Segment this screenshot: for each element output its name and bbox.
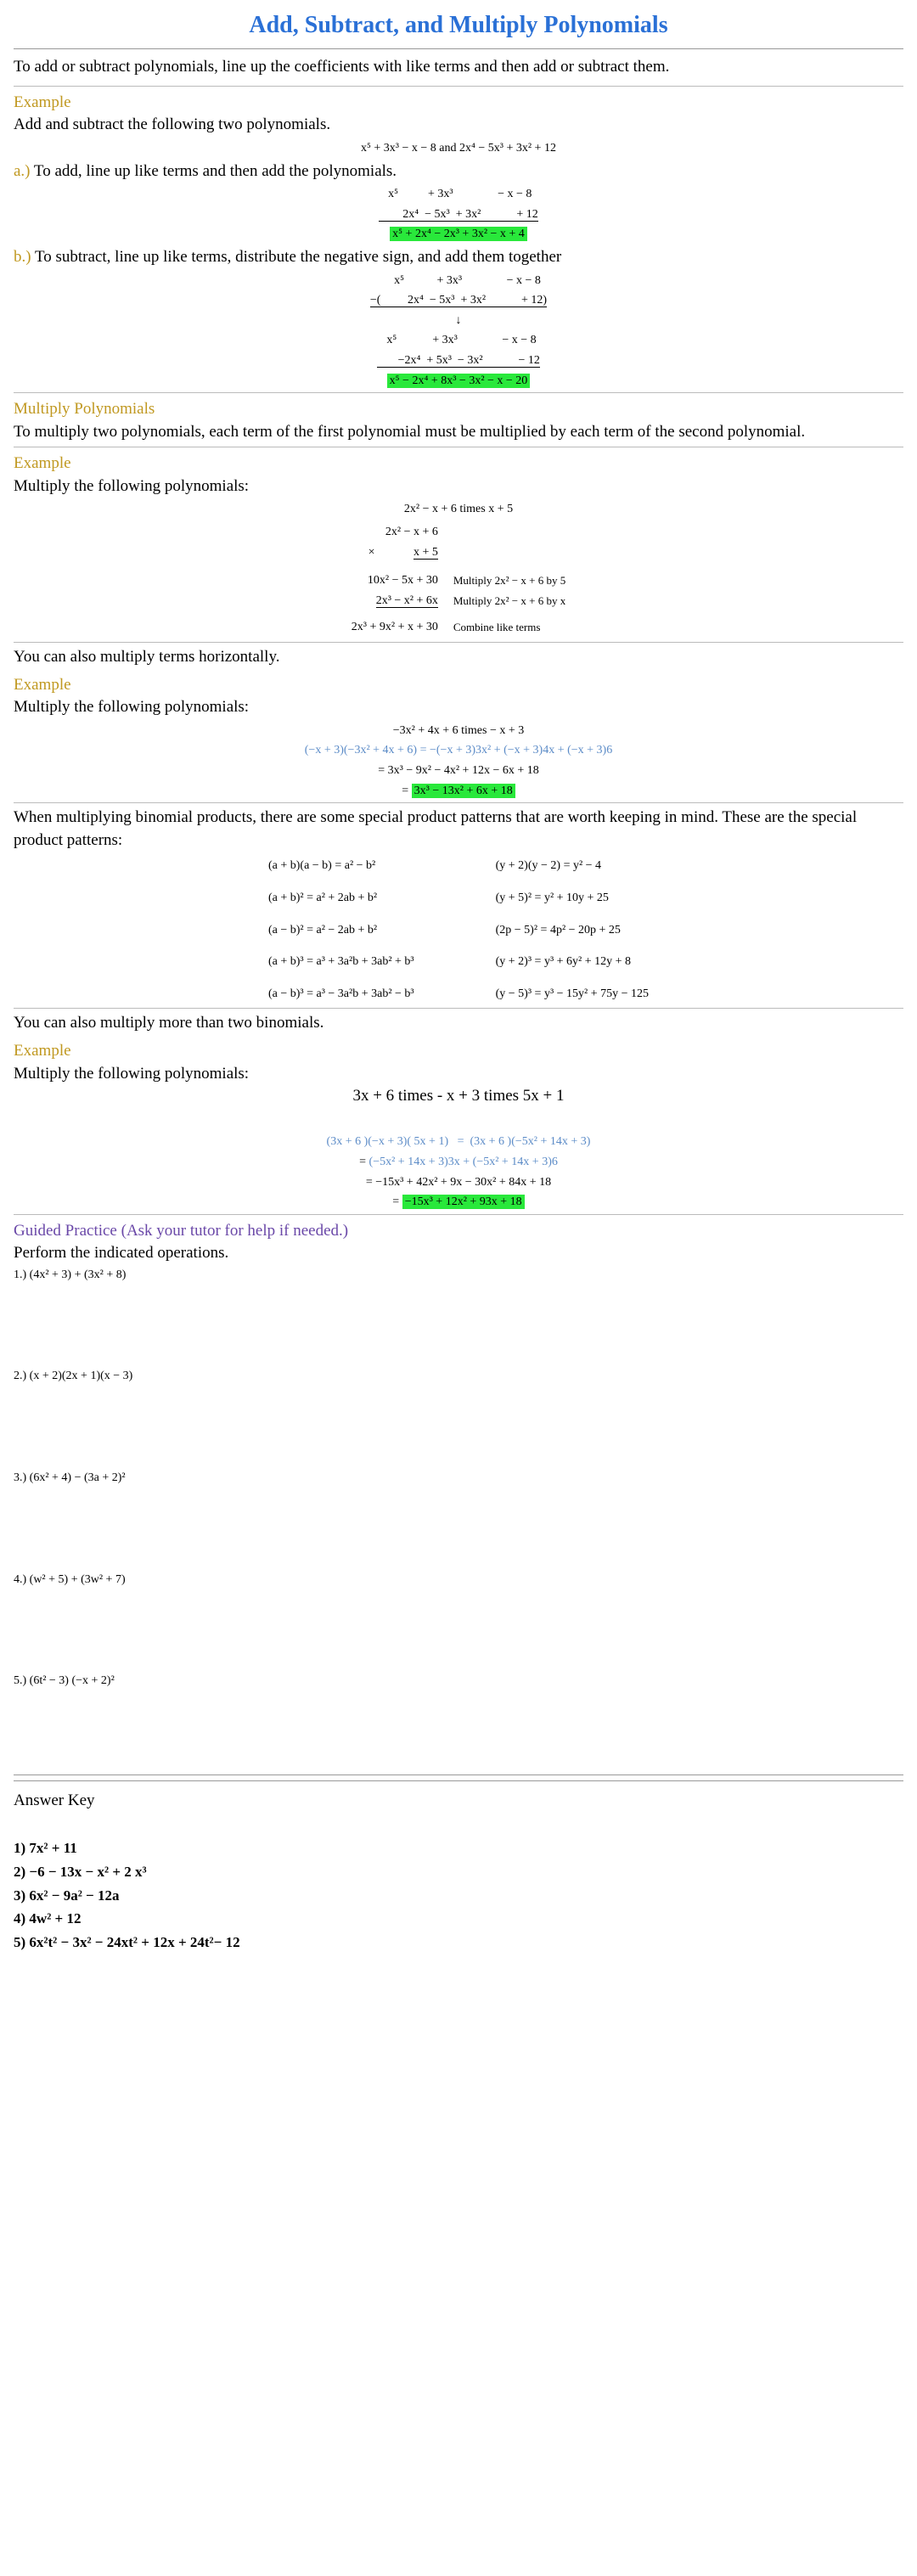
guided-sub: Perform the indicated operations.	[14, 1242, 903, 1265]
example3-prompt: Multiply the following polynomials:	[14, 696, 903, 719]
divider	[14, 802, 903, 803]
mv-times: ×	[368, 546, 375, 559]
sp1b: (y + 2)(y − 2) = y² − 4	[489, 857, 655, 875]
mv-line3: 10x² − 5x + 30	[345, 571, 445, 590]
problem-1: 1.) (4x² + 3) + (3x² + 8)	[14, 1267, 903, 1284]
sp3b: (2p − 5)² = 4p² − 20p + 25	[489, 921, 655, 940]
ans3-num: 3)	[14, 1887, 29, 1904]
example-heading: Example	[14, 453, 903, 475]
intro-text: To add or subtract polynomials, line up …	[14, 56, 903, 79]
example2-prompt: Multiply the following polynomials:	[14, 475, 903, 498]
mv-note2: Multiply 2x² − x + 6 by x	[447, 592, 572, 610]
multiply-heading: Multiply Polynomials	[14, 398, 903, 421]
divider	[14, 1780, 903, 1781]
divider	[14, 392, 903, 393]
sp4b: (y + 2)³ = y³ + 6y² + 12y + 8	[489, 953, 655, 971]
multiply-vertical-table: 2x² − x + 6 × x + 5 10x² − 5x + 30Multip…	[343, 521, 574, 638]
divider	[14, 48, 903, 49]
example1-polynomials: x⁵ + 3x³ − x − 8 and 2x⁴ − 5x³ + 3x² + 1…	[14, 140, 903, 157]
example1-prompt: Add and subtract the following two polyn…	[14, 114, 903, 137]
divider	[14, 1008, 903, 1009]
b-text: To subtract, line up like terms, distrib…	[35, 248, 561, 266]
ans2-num: 2)	[14, 1864, 29, 1880]
divider	[14, 1214, 903, 1215]
ex4-eq4: =	[392, 1195, 402, 1208]
ans3: 6x² − 9a² − 12a	[29, 1887, 119, 1904]
sp5a: (a − b)³ = a³ − 3a²b + 3ab² − b³	[262, 985, 421, 1004]
sub-arrow: ↓	[14, 312, 903, 329]
sub-line2: −( 2x⁴ − 5x³ + 3x² + 12)	[370, 294, 547, 307]
problem-4: 4.) (w² + 5) + (3w² + 7)	[14, 1572, 903, 1589]
a-label: a.)	[14, 162, 34, 180]
problem-2: 2.) (x + 2)(2x + 1)(x − 3)	[14, 1368, 903, 1385]
add-line1: x⁵ + 3x³ − x − 8	[14, 186, 903, 203]
special-intro: When multiplying binomial products, ther…	[14, 807, 903, 852]
sp5b: (y − 5)³ = y³ − 15y² + 75y − 125	[489, 985, 655, 1004]
sp2a: (a + b)² = a² + 2ab + b²	[262, 889, 421, 908]
divider	[14, 642, 903, 643]
ex3-result: 3x³ − 13x² + 6x + 18	[412, 784, 515, 798]
mv-line2: x + 5	[413, 546, 438, 560]
more-binomials-text: You can also multiply more than two bino…	[14, 1012, 903, 1035]
page-title: Add, Subtract, and Multiply Polynomials	[14, 8, 903, 42]
example-heading: Example	[14, 674, 903, 697]
example1-a: a.) To add, line up like terms and then …	[14, 160, 903, 183]
multiply-intro: To multiply two polynomials, each term o…	[14, 421, 903, 444]
add-result: x⁵ + 2x⁴ − 2x³ + 3x² − x + 4	[390, 227, 527, 241]
answer-key-heading: Answer Key	[14, 1790, 903, 1813]
problem-3: 3.) (6x² + 4) − (3a + 2)²	[14, 1470, 903, 1487]
divider	[14, 86, 903, 87]
mv-line4: 2x³ − x² + 6x	[376, 594, 438, 608]
ex4-line1b: (−5x² + 14x + 3)	[511, 1135, 590, 1148]
sub-line3: x⁵ + 3x³ − x − 8	[14, 332, 903, 349]
mv-note1: Multiply 2x² − x + 6 by 5	[447, 571, 572, 590]
ex4-line3: = −15x³ + 42x² + 9x − 30x² + 84x + 18	[14, 1174, 903, 1191]
ex3-line1a: (−x + 3)(−3x² + 4x + 6) =	[305, 744, 430, 756]
example-heading: Example	[14, 1040, 903, 1063]
special-products-table: (a + b)(a − b) = a² − b² (y + 2)(y − 2) =…	[260, 855, 657, 1004]
b-label: b.)	[14, 248, 35, 266]
example2-expr: 2x² − x + 6 times x + 5	[14, 501, 903, 518]
ans4-num: 4)	[14, 1910, 29, 1926]
ex4-line2b: (−5x² + 14x + 3)3x + (−5x² + 14x + 3)6	[369, 1156, 558, 1168]
sp2b: (y + 5)² = y² + 10y + 25	[489, 889, 655, 908]
sub-result: x⁵ − 2x⁴ + 8x³ − 3x² − x − 20	[387, 374, 531, 388]
mv-line1: 2x² − x + 6	[345, 523, 445, 542]
add-line2: 2x⁴ − 5x³ + 3x² + 12	[379, 208, 537, 222]
problem-5: 5.) (6t² − 3) (−x + 2)²	[14, 1673, 903, 1690]
example4-prompt: Multiply the following polynomials:	[14, 1063, 903, 1086]
ex4-result: −15x³ + 12x² + 93x + 18	[402, 1195, 525, 1209]
a-text: To add, line up like terms and then add …	[34, 162, 397, 180]
example1-b: b.) To subtract, line up like terms, dis…	[14, 246, 903, 269]
ans1: 7x² + 11	[29, 1840, 76, 1856]
mv-note3: Combine like terms	[447, 618, 572, 637]
example4-expr: 3x + 6 times - x + 3 times 5x + 1	[14, 1085, 903, 1108]
horizontal-text: You can also multiply terms horizontally…	[14, 646, 903, 669]
example-heading: Example	[14, 92, 903, 115]
sp1a: (a + b)(a − b) = a² − b²	[262, 857, 421, 875]
guided-heading: Guided Practice (Ask your tutor for help…	[14, 1220, 903, 1243]
mv-line5: 2x³ + 9x² + x + 30	[345, 618, 445, 637]
ex3-line1b: −(−x + 3)3x² + (−x + 3)4x + (−x + 3)6	[430, 744, 612, 756]
ex3-line2: = 3x³ − 9x² − 4x² + 12x − 6x + 18	[14, 762, 903, 779]
ex4-line1a: (3x + 6 )(−x + 3)( 5x + 1) = (3x + 6 )	[327, 1135, 512, 1148]
sp4a: (a + b)³ = a³ + 3a²b + 3ab² + b³	[262, 953, 421, 971]
sp3a: (a − b)² = a² − 2ab + b²	[262, 921, 421, 940]
ex3-eq: =	[402, 785, 411, 797]
sub-line1: x⁵ + 3x³ − x − 8	[14, 273, 903, 290]
ans5: 6x²t² − 3x² − 24xt² + 12x + 24t²− 12	[29, 1934, 239, 1950]
ans5-num: 5)	[14, 1934, 29, 1950]
sub-line4: −2x⁴ + 5x³ − 3x² − 12	[377, 354, 540, 368]
ex4-eq2: =	[359, 1156, 368, 1168]
ans2: −6 − 13x − x² + 2 x³	[29, 1864, 146, 1880]
ans4: 4w² + 12	[29, 1910, 81, 1926]
example3-expr: −3x² + 4x + 6 times − x + 3	[14, 723, 903, 740]
ans1-num: 1)	[14, 1840, 29, 1856]
